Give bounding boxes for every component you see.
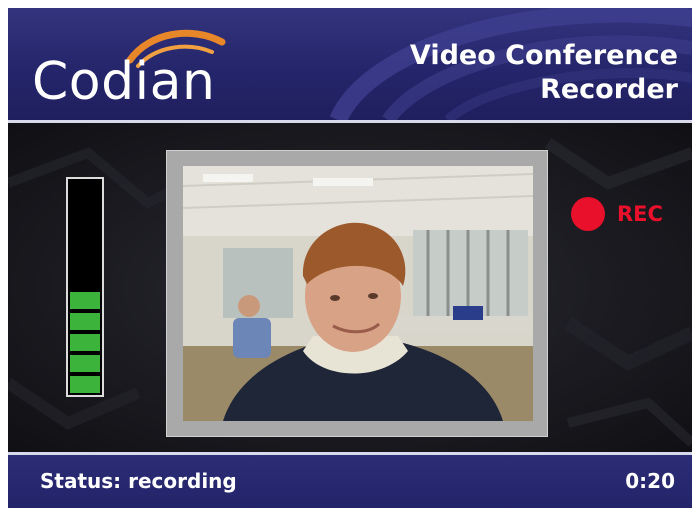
recorder-screen: Codian Video Conference Recorder REC Sta…: [8, 8, 692, 508]
logo-text: Codian: [32, 52, 216, 112]
main-area: REC: [8, 123, 692, 452]
audio-level-meter: [66, 177, 104, 397]
app-title-line2: Recorder: [540, 74, 678, 105]
audio-level-fill: [70, 292, 100, 393]
audio-level-segment: [70, 355, 100, 372]
audio-level-segment: [70, 376, 100, 393]
recording-indicator: REC: [571, 197, 663, 231]
app-title-line1: Video Conference: [409, 40, 678, 71]
status-bar: Status: recording 0:20: [8, 455, 692, 508]
status-text: Status: recording: [40, 469, 237, 493]
rec-label: REC: [617, 202, 663, 226]
audio-level-segment: [70, 292, 100, 309]
record-dot-icon: [571, 197, 605, 231]
audio-level-segment: [70, 313, 100, 330]
video-preview: [183, 166, 533, 421]
header: Codian Video Conference Recorder: [8, 8, 692, 120]
camera-feed-image: [183, 166, 533, 421]
codian-logo: Codian: [32, 20, 302, 116]
audio-level-segment: [70, 334, 100, 351]
video-frame: [166, 150, 548, 437]
elapsed-time: 0:20: [625, 469, 675, 493]
